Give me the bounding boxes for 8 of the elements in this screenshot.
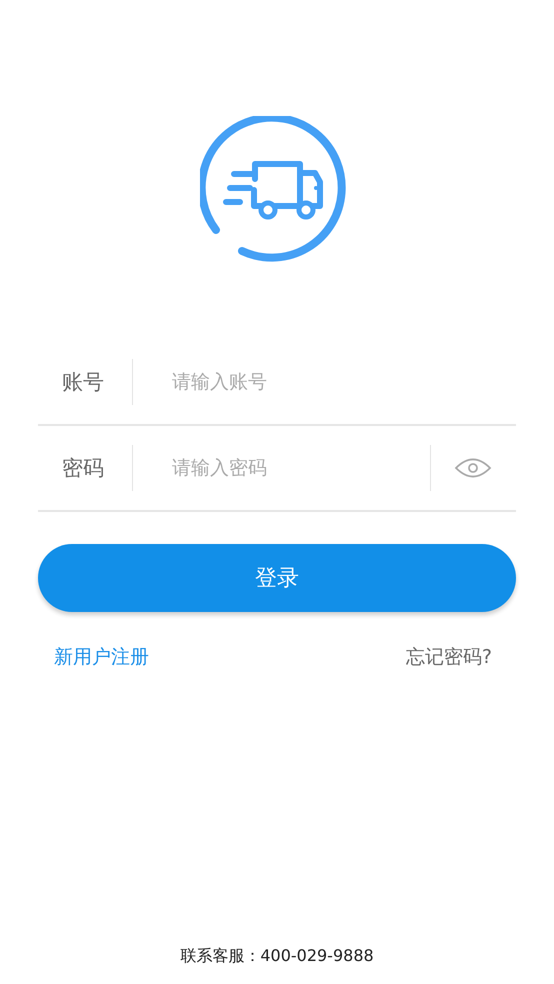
- support-contact-text: 联系客服：400-029-9888: [180, 946, 374, 967]
- input-field[interactable]: 请输入密码: [133, 445, 430, 491]
- field-label: 密码: [61, 455, 105, 482]
- login-button[interactable]: 登录: [38, 544, 516, 612]
- field-label: 账号: [61, 369, 105, 396]
- forgot-password-link[interactable]: 忘记密码?: [390, 644, 516, 670]
- input-field[interactable]: 请输入账号: [133, 359, 516, 405]
- register-link[interactable]: 新用户注册: [38, 644, 173, 670]
